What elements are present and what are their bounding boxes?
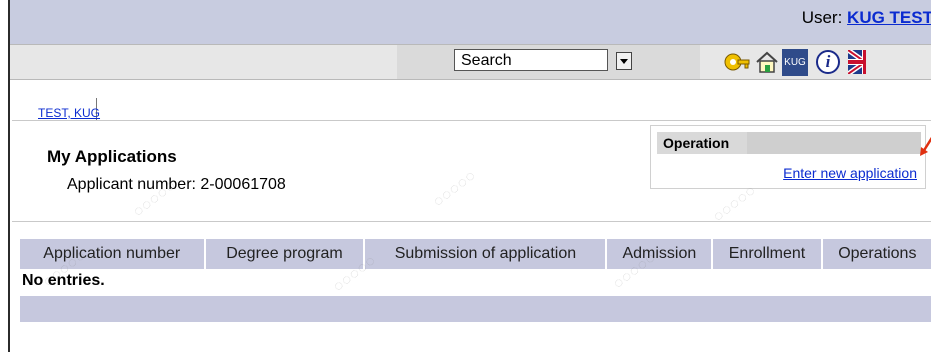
operation-header-fill — [747, 132, 921, 154]
red-arrow-icon — [920, 136, 931, 156]
col-admission[interactable]: Admission — [606, 239, 714, 269]
tab-label[interactable]: TEST, KUG — [38, 106, 100, 120]
search-select[interactable]: Search — [454, 49, 608, 71]
table-header-row: Application number Degree program Submis… — [20, 239, 931, 269]
operation-header: Operation — [657, 132, 747, 154]
uk-flag-icon[interactable] — [848, 50, 866, 74]
tab-test-kug[interactable]: TEST, KUG — [20, 98, 100, 120]
table-footer-bar — [20, 296, 931, 322]
empty-message: No entries. — [22, 272, 105, 289]
info-icon[interactable]: i — [816, 50, 840, 74]
col-degree-program[interactable]: Degree program — [204, 239, 366, 269]
kug-logo-text: KUG — [784, 57, 806, 68]
col-submission[interactable]: Submission of application — [364, 239, 608, 269]
home-icon[interactable] — [755, 50, 779, 74]
applications-table: Application number Degree program Submis… — [20, 239, 931, 269]
user-link[interactable]: KUG TEST — [847, 8, 931, 27]
chevron-down-icon[interactable] — [616, 52, 632, 70]
user-info: User: KUG TEST — [802, 8, 931, 28]
kug-logo-icon[interactable]: KUG — [782, 49, 808, 76]
enter-new-application-link[interactable]: Enter new application — [783, 165, 917, 181]
col-application-number[interactable]: Application number — [20, 239, 206, 269]
col-operations[interactable]: Operations — [821, 239, 931, 269]
key-icon[interactable] — [724, 50, 750, 74]
operation-box: Operation Enter new application — [650, 125, 926, 189]
applicant-number: Applicant number: 2-00061708 — [67, 176, 286, 193]
user-label: User: — [801, 8, 843, 27]
app-window: User: KUG TEST Search KUG i TEST, KUG My… — [8, 0, 931, 352]
col-enrollment[interactable]: Enrollment — [712, 239, 823, 269]
info-text: i — [825, 52, 831, 71]
page-title: My Applications — [47, 147, 177, 166]
top-banner: User: KUG TEST — [10, 0, 931, 44]
